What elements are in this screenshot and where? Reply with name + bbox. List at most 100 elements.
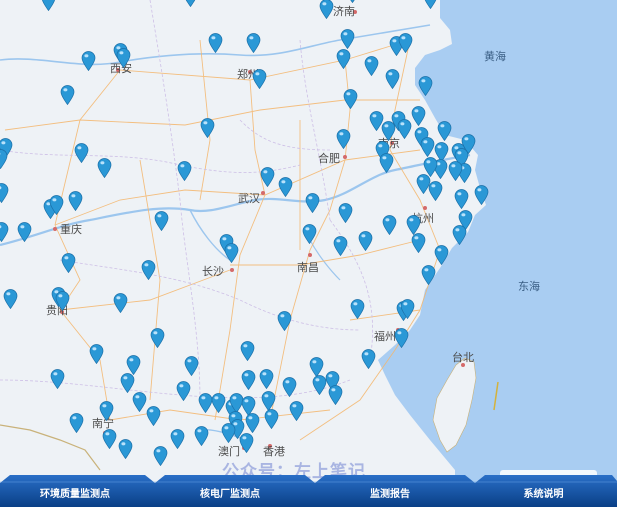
- map-marker-pin-icon[interactable]: [120, 373, 135, 393]
- map-marker-pin-icon[interactable]: [141, 260, 156, 280]
- map-marker-pin-icon[interactable]: [382, 215, 397, 235]
- map-marker-pin-icon[interactable]: [434, 245, 449, 265]
- map-marker-pin-icon[interactable]: [153, 446, 168, 466]
- map-marker-pin-icon[interactable]: [328, 385, 343, 405]
- map-marker-pin-icon[interactable]: [221, 423, 236, 443]
- map-marker-pin-icon[interactable]: [448, 161, 463, 181]
- map-marker-pin-icon[interactable]: [336, 49, 351, 69]
- map-marker-pin-icon[interactable]: [421, 265, 436, 285]
- map-marker-pin-icon[interactable]: [305, 193, 320, 213]
- map-marker-pin-icon[interactable]: [345, 0, 360, 3]
- tab-environment-quality-points[interactable]: 环境质量监测点: [0, 483, 150, 507]
- map-marker-pin-icon[interactable]: [418, 76, 433, 96]
- map-marker-pin-icon[interactable]: [17, 222, 32, 242]
- map-marker-pin-icon[interactable]: [454, 189, 469, 209]
- map-marker-pin-icon[interactable]: [423, 0, 438, 9]
- map-marker-pin-icon[interactable]: [224, 243, 239, 263]
- map-marker-pin-icon[interactable]: [379, 153, 394, 173]
- map-marker-pin-icon[interactable]: [437, 121, 452, 141]
- map-marker-pin-icon[interactable]: [411, 233, 426, 253]
- map-marker-pin-icon[interactable]: [41, 0, 56, 11]
- map-marker-pin-icon[interactable]: [0, 183, 9, 203]
- map-marker-pin-icon[interactable]: [81, 51, 96, 71]
- map-marker-pin-icon[interactable]: [184, 356, 199, 376]
- map-marker-pin-icon[interactable]: [50, 369, 65, 389]
- map-marker-pin-icon[interactable]: [277, 311, 292, 331]
- map-marker-pin-icon[interactable]: [60, 85, 75, 105]
- map-marker-pin-icon[interactable]: [116, 48, 131, 68]
- map-marker-pin-icon[interactable]: [338, 203, 353, 223]
- map-marker-pin-icon[interactable]: [0, 149, 8, 169]
- map-marker-pin-icon[interactable]: [74, 143, 89, 163]
- city-label-changsha: 长沙: [202, 265, 224, 278]
- map-marker-pin-icon[interactable]: [461, 134, 476, 154]
- map-marker-pin-icon[interactable]: [154, 211, 169, 231]
- map-marker-pin-icon[interactable]: [0, 222, 9, 242]
- map-marker-pin-icon[interactable]: [102, 429, 117, 449]
- map-marker-pin-icon[interactable]: [68, 191, 83, 211]
- map-marker-pin-icon[interactable]: [259, 369, 274, 389]
- map-marker-pin-icon[interactable]: [61, 253, 76, 273]
- map-marker-pin-icon[interactable]: [420, 137, 435, 157]
- map-marker-pin-icon[interactable]: [183, 0, 198, 7]
- map-marker-pin-icon[interactable]: [358, 231, 373, 251]
- map-marker-pin-icon[interactable]: [239, 433, 254, 453]
- map-marker-pin-icon[interactable]: [113, 293, 128, 313]
- map-marker-pin-icon[interactable]: [336, 129, 351, 149]
- map-marker-pin-icon[interactable]: [385, 69, 400, 89]
- map-marker-pin-icon[interactable]: [340, 29, 355, 49]
- map-marker-pin-icon[interactable]: [474, 185, 489, 205]
- map-marker-pin-icon[interactable]: [400, 299, 415, 319]
- map-marker-pin-icon[interactable]: [126, 355, 141, 375]
- map-marker-pin-icon[interactable]: [97, 158, 112, 178]
- map-marker-pin-icon[interactable]: [278, 177, 293, 197]
- map-marker-pin-icon[interactable]: [364, 56, 379, 76]
- map-marker-pin-icon[interactable]: [177, 161, 192, 181]
- map-marker-pin-icon[interactable]: [343, 89, 358, 109]
- map-marker-pin-icon[interactable]: [55, 291, 70, 311]
- map-marker-pin-icon[interactable]: [118, 439, 133, 459]
- map-marker-pin-icon[interactable]: [150, 328, 165, 348]
- map-marker-pin-icon[interactable]: [170, 429, 185, 449]
- tab-monitoring-report[interactable]: 监测报告: [310, 483, 470, 507]
- map-marker-pin-icon[interactable]: [3, 289, 18, 309]
- map-marker-pin-icon[interactable]: [240, 341, 255, 361]
- map-canvas[interactable]: 济南 郑州 西安 合肥 南京 武汉 杭州 重庆 长沙 南昌 福州 贵阳 台北 南…: [0, 0, 617, 507]
- map-marker-pin-icon[interactable]: [398, 33, 413, 53]
- map-marker-pin-icon[interactable]: [241, 370, 256, 390]
- map-marker-pin-icon[interactable]: [411, 106, 426, 126]
- map-marker-pin-icon[interactable]: [282, 377, 297, 397]
- map-marker-pin-icon[interactable]: [406, 215, 421, 235]
- map-marker-pin-icon[interactable]: [194, 426, 209, 446]
- map-marker-pin-icon[interactable]: [309, 357, 324, 377]
- map-marker-pin-icon[interactable]: [397, 119, 412, 139]
- map-marker-pin-icon[interactable]: [302, 224, 317, 244]
- map-marker-pin-icon[interactable]: [333, 236, 348, 256]
- map-marker-pin-icon[interactable]: [49, 195, 64, 215]
- map-marker-pin-icon[interactable]: [69, 413, 84, 433]
- map-marker-pin-icon[interactable]: [350, 299, 365, 319]
- map-marker-pin-icon[interactable]: [208, 33, 223, 53]
- map-marker-pin-icon[interactable]: [99, 401, 114, 421]
- map-marker-pin-icon[interactable]: [246, 33, 261, 53]
- map-marker-pin-icon[interactable]: [260, 167, 275, 187]
- map-marker-pin-icon[interactable]: [176, 381, 191, 401]
- map-marker-pin-icon[interactable]: [89, 344, 104, 364]
- map-marker-pin-icon[interactable]: [252, 69, 267, 89]
- map-marker-pin-icon[interactable]: [261, 391, 276, 411]
- map-marker-pin-icon[interactable]: [394, 328, 409, 348]
- city-label-nanchang: 南昌: [297, 261, 319, 274]
- map-marker-pin-icon[interactable]: [319, 0, 334, 19]
- map-marker-pin-icon[interactable]: [452, 225, 467, 245]
- tab-system-description[interactable]: 系统说明: [470, 483, 617, 507]
- map-marker-pin-icon[interactable]: [211, 393, 226, 413]
- map-marker-pin-icon[interactable]: [200, 118, 215, 138]
- map-marker-pin-icon[interactable]: [416, 174, 431, 194]
- map-marker-pin-icon[interactable]: [245, 413, 260, 433]
- map-marker-pin-icon[interactable]: [361, 349, 376, 369]
- map-marker-pin-icon[interactable]: [264, 409, 279, 429]
- map-marker-pin-icon[interactable]: [289, 401, 304, 421]
- map-marker-pin-icon[interactable]: [146, 406, 161, 426]
- tab-nuclear-plant-points[interactable]: 核电厂监测点: [150, 483, 310, 507]
- map-marker-pin-icon[interactable]: [132, 392, 147, 412]
